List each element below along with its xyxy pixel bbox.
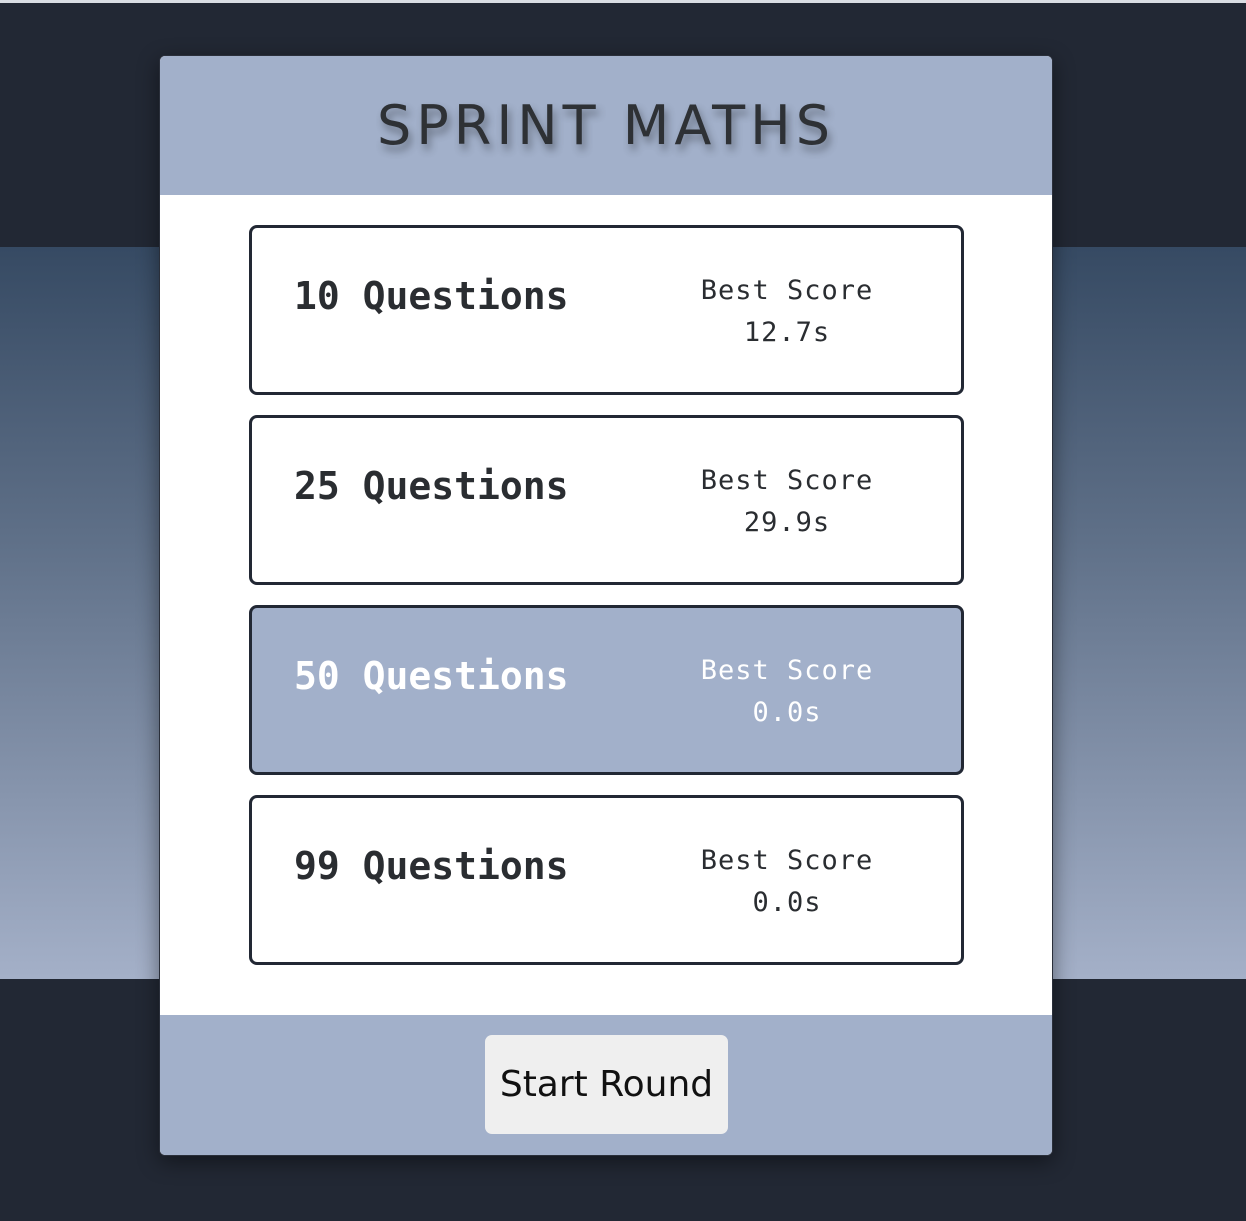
best-score-value: 12.7s [743, 317, 831, 348]
best-score: Best Score 12.7s [682, 270, 892, 354]
option-title: 99 Questions [294, 844, 569, 888]
option-10-questions[interactable]: 10 Questions Best Score 12.7s [249, 225, 964, 395]
option-50-questions[interactable]: 50 Questions Best Score 0.0s [249, 605, 964, 775]
best-score: Best Score 0.0s [682, 840, 892, 924]
app-title: SPRINT MATHS [376, 94, 836, 157]
start-round-button[interactable]: Start Round [485, 1035, 728, 1134]
best-score-label: Best Score [700, 655, 874, 686]
best-score-label: Best Score [700, 275, 874, 306]
best-score: Best Score 29.9s [682, 460, 892, 544]
option-title: 50 Questions [294, 654, 569, 698]
game-card: SPRINT MATHS 10 Questions Best Score 12.… [159, 55, 1053, 1156]
best-score-value: 0.0s [752, 887, 822, 918]
option-title: 25 Questions [294, 464, 569, 508]
option-99-questions[interactable]: 99 Questions Best Score 0.0s [249, 795, 964, 965]
best-score: Best Score 0.0s [682, 650, 892, 734]
best-score-value: 0.0s [752, 697, 822, 728]
card-header: SPRINT MATHS [160, 56, 1052, 195]
best-score-label: Best Score [700, 465, 874, 496]
question-options: 10 Questions Best Score 12.7s 25 Questio… [249, 225, 964, 985]
top-divider [0, 0, 1246, 3]
option-25-questions[interactable]: 25 Questions Best Score 29.9s [249, 415, 964, 585]
option-title: 10 Questions [294, 274, 569, 318]
card-footer: Start Round [160, 1015, 1052, 1155]
best-score-label: Best Score [700, 845, 874, 876]
best-score-value: 29.9s [743, 507, 831, 538]
